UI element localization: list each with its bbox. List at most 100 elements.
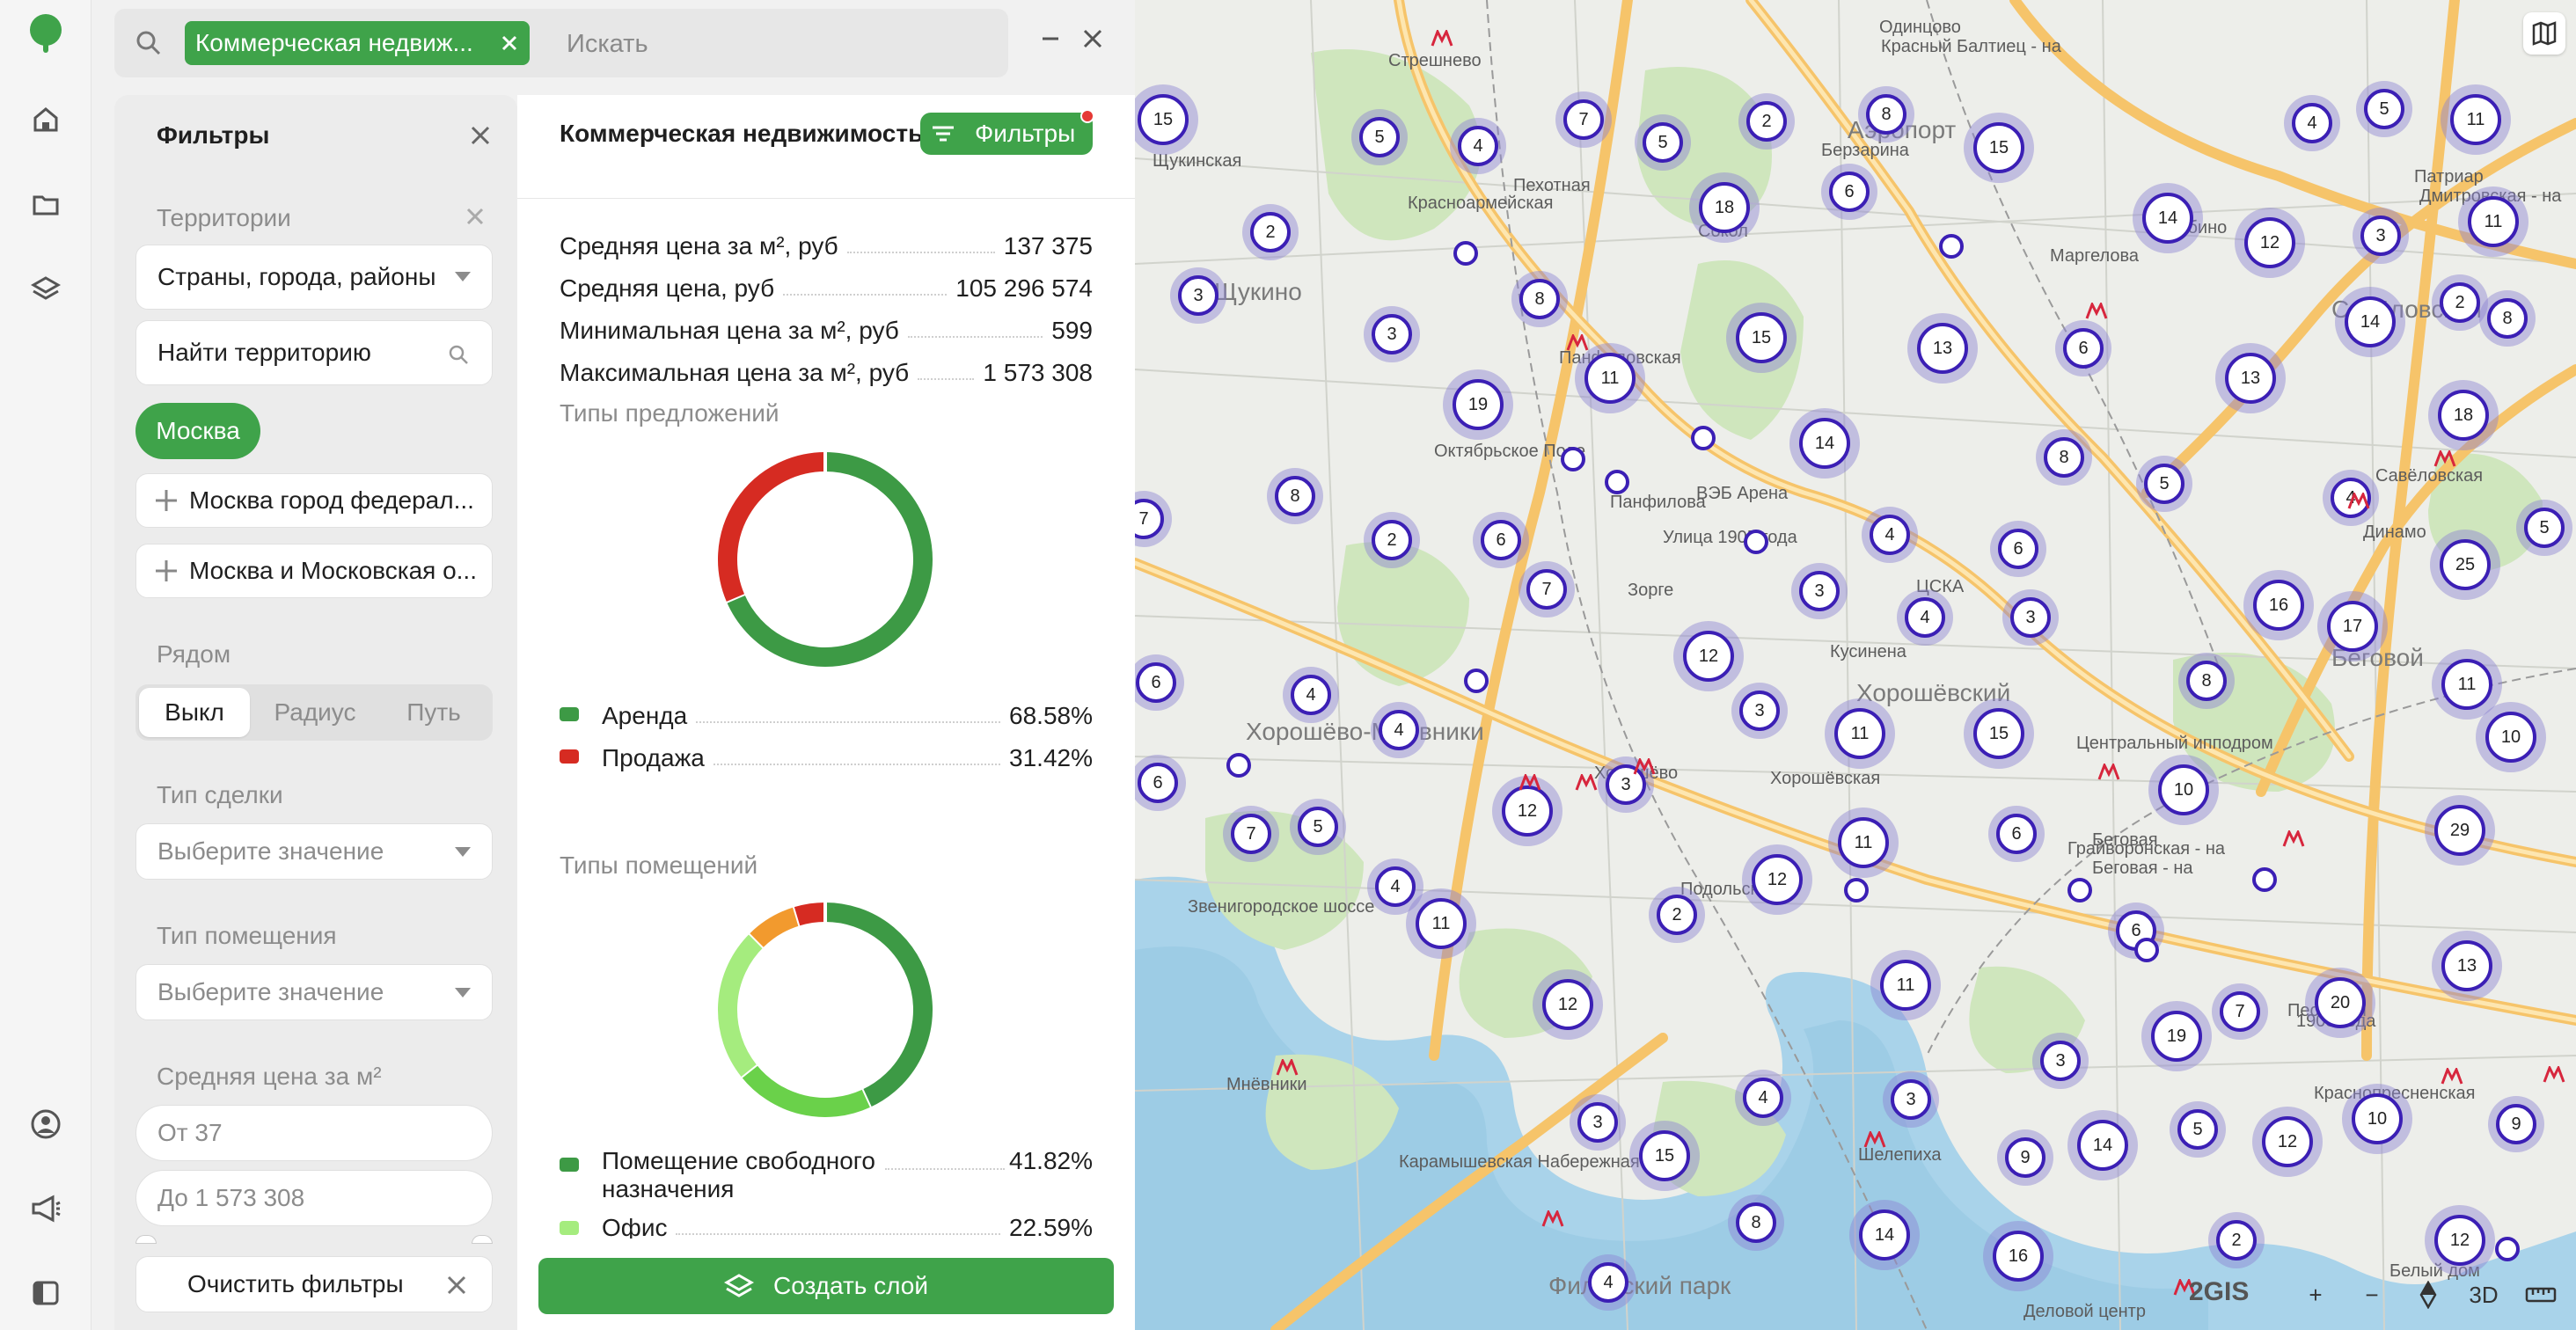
slider-handle-min[interactable] xyxy=(135,1235,157,1244)
clear-filters-button[interactable]: Очистить фильтры xyxy=(135,1256,493,1312)
create-layer-button[interactable]: Создать слой xyxy=(538,1258,1114,1314)
map-catalog-button[interactable] xyxy=(2523,12,2565,55)
map-point-marker[interactable] xyxy=(1226,753,1251,778)
clear-territories-icon[interactable] xyxy=(466,208,487,229)
map-cluster-marker[interactable]: 3 xyxy=(1364,306,1420,362)
megaphone-icon[interactable] xyxy=(26,1189,65,1228)
map-cluster-marker[interactable]: 15 xyxy=(1629,1121,1700,1191)
3d-mode-button[interactable]: 3D xyxy=(2462,1275,2506,1314)
map-cluster-marker[interactable]: 29 xyxy=(2425,795,2495,866)
metro-icon[interactable] xyxy=(2097,764,2120,781)
filters-button[interactable]: Фильтры xyxy=(920,109,1094,155)
map-cluster-marker[interactable]: 10 xyxy=(2476,702,2546,772)
map-cluster-marker[interactable]: 7 xyxy=(2212,983,2268,1040)
suggestion-item[interactable]: Москва и Московская о... xyxy=(135,544,493,598)
map-point-marker[interactable] xyxy=(2134,938,2159,962)
map-cluster-marker[interactable]: 12 xyxy=(2252,1107,2323,1177)
map-cluster-marker[interactable]: 2 xyxy=(1649,887,1705,943)
map-cluster-marker[interactable]: 3 xyxy=(2032,1033,2089,1089)
search-chip[interactable]: Коммерческая недвиж... xyxy=(185,21,530,65)
map-cluster-marker[interactable]: 10 xyxy=(2342,1084,2412,1154)
territories-select[interactable]: Страны, города, районы xyxy=(135,245,493,310)
zoom-out-button[interactable]: − xyxy=(2353,1275,2391,1314)
map-cluster-marker[interactable]: 11 xyxy=(2458,186,2528,257)
map-cluster-marker[interactable]: 3 xyxy=(1570,1094,1626,1151)
nearby-option-radius[interactable]: Радиус xyxy=(255,684,375,741)
map-cluster-marker[interactable]: 15 xyxy=(1964,113,2034,183)
map-cluster-marker[interactable]: 8 xyxy=(1858,86,1914,142)
panel-toggle-icon[interactable] xyxy=(26,1274,65,1312)
metro-icon[interactable] xyxy=(2085,303,2108,320)
map-cluster-marker[interactable]: 11 xyxy=(1828,808,1899,878)
close-icon[interactable] xyxy=(496,30,523,56)
metro-icon[interactable] xyxy=(1431,30,1453,48)
price-from-input[interactable]: От 37 xyxy=(135,1105,493,1161)
map-point-marker[interactable] xyxy=(1453,241,1478,266)
map-cluster-marker[interactable]: 2 xyxy=(2208,1212,2265,1268)
map-cluster-marker[interactable]: 4 xyxy=(2284,95,2340,151)
map-cluster-marker[interactable]: 6 xyxy=(1821,164,1877,220)
map-cluster-marker[interactable]: 6 xyxy=(2055,320,2111,376)
map-cluster-marker[interactable]: 11 xyxy=(1870,950,1941,1020)
metro-icon[interactable] xyxy=(2543,1066,2565,1084)
map-cluster-marker[interactable]: 5 xyxy=(2136,456,2192,512)
map-cluster-marker[interactable]: 4 xyxy=(1897,589,1953,646)
map-cluster-marker[interactable]: 11 xyxy=(1825,698,1895,769)
metro-icon[interactable] xyxy=(1519,774,1541,792)
map-cluster-marker[interactable]: 12 xyxy=(1533,969,1603,1040)
close-panel-icon[interactable] xyxy=(1077,23,1109,55)
map-cluster-marker[interactable]: 3 xyxy=(1731,683,1788,739)
map-cluster-marker[interactable]: 18 xyxy=(1689,172,1760,243)
map-cluster-marker[interactable]: 20 xyxy=(2305,968,2375,1038)
map-cluster-marker[interactable]: 5 xyxy=(1290,799,1346,855)
map-cluster-marker[interactable]: 12 xyxy=(2235,208,2305,278)
map-cluster-marker[interactable]: 8 xyxy=(1267,468,1323,524)
metro-icon[interactable] xyxy=(2433,450,2456,468)
metro-icon[interactable] xyxy=(1575,774,1598,792)
map-cluster-marker[interactable]: 4 xyxy=(1580,1254,1636,1311)
metro-icon[interactable] xyxy=(2441,1068,2463,1085)
map-point-marker[interactable] xyxy=(2252,867,2277,892)
map-cluster-marker[interactable]: 4 xyxy=(1283,667,1339,723)
close-icon[interactable] xyxy=(466,121,494,150)
map-point-marker[interactable] xyxy=(2067,878,2092,902)
map-point-marker[interactable] xyxy=(2495,1237,2520,1261)
selected-city-pill[interactable]: Москва xyxy=(135,403,260,459)
map-cluster-marker[interactable]: 5 xyxy=(2170,1101,2226,1158)
ruler-button[interactable] xyxy=(2520,1275,2562,1314)
map-point-marker[interactable] xyxy=(1744,530,1768,554)
map-cluster-marker[interactable]: 6 xyxy=(1990,521,2046,577)
map-point-marker[interactable] xyxy=(1844,878,1869,902)
minimize-icon[interactable] xyxy=(1035,23,1066,55)
map-cluster-marker[interactable]: 16 xyxy=(1983,1221,2053,1291)
map-cluster-marker[interactable]: 10 xyxy=(2148,755,2219,825)
map-cluster-marker[interactable]: 15 xyxy=(1964,698,2034,769)
map-point-marker[interactable] xyxy=(1691,426,1716,450)
map-cluster-marker[interactable]: 5 xyxy=(1351,109,1408,165)
metro-icon[interactable] xyxy=(1276,1059,1299,1077)
nearby-option-route[interactable]: Путь xyxy=(378,684,489,741)
metro-icon[interactable] xyxy=(1566,334,1589,352)
map-cluster-marker[interactable]: 4 xyxy=(1735,1070,1791,1126)
metro-icon[interactable] xyxy=(2282,830,2305,848)
profile-icon[interactable] xyxy=(26,1105,65,1144)
map-cluster-marker[interactable]: 7 xyxy=(1223,806,1279,862)
price-range-slider[interactable] xyxy=(135,1235,493,1244)
nearby-option-off[interactable]: Выкл xyxy=(139,688,250,737)
map-cluster-marker[interactable]: 19 xyxy=(2141,1001,2212,1071)
map-cluster-marker[interactable]: 9 xyxy=(1997,1129,2053,1186)
map-cluster-marker[interactable]: 15 xyxy=(1726,303,1797,373)
map-cluster-marker[interactable]: 8 xyxy=(2479,290,2536,347)
map-cluster-marker[interactable]: 4 xyxy=(1371,702,1427,758)
metro-icon[interactable] xyxy=(2347,493,2370,510)
layers-icon[interactable] xyxy=(26,269,65,308)
map-cluster-marker[interactable]: 8 xyxy=(2178,653,2235,709)
compass-button[interactable] xyxy=(2409,1275,2448,1314)
map-cluster-marker[interactable]: 7 xyxy=(1555,91,1612,148)
map-cluster-marker[interactable]: 14 xyxy=(1849,1200,1920,1270)
map-cluster-marker[interactable]: 18 xyxy=(2428,380,2499,450)
metro-icon[interactable] xyxy=(1541,1210,1564,1228)
map-cluster-marker[interactable]: 2 xyxy=(1364,512,1420,568)
map-cluster-marker[interactable]: 25 xyxy=(2430,530,2500,600)
map-cluster-marker[interactable]: 6 xyxy=(1988,806,2045,862)
